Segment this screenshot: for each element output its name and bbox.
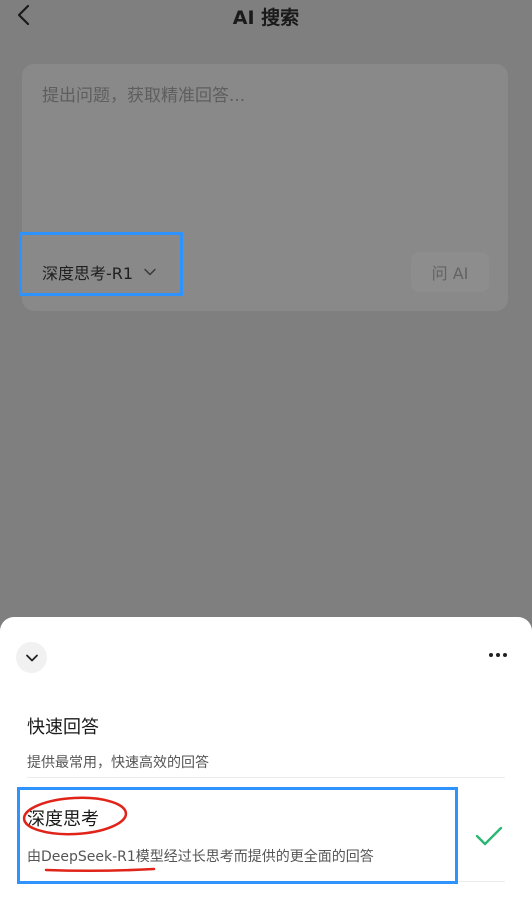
option-title: 快速回答 [27,717,99,738]
more-horizontal-icon [489,653,493,657]
option-highlight [17,787,458,884]
mode-bottom-sheet: 快速回答 提供最常用，快速高效的回答 深度思考 由DeepSeek-R1模型经过… [0,617,532,909]
divider [27,777,505,778]
more-options-button[interactable] [484,645,512,665]
divider [27,881,505,882]
model-label: 深度思考-R1 [42,264,134,283]
red-underline-annotation [44,867,156,873]
chevron-down-icon [144,268,156,276]
question-input[interactable] [42,86,482,106]
option-description: 提供最常用，快速高效的回答 [27,755,209,771]
chevron-down-icon [25,654,38,661]
ask-ai-button[interactable]: 问 AI [411,252,489,292]
collapse-sheet-button[interactable] [16,642,47,673]
option-description: 由DeepSeek-R1模型经过长思考而提供的更全面的回答 [27,849,374,865]
option-title: 深度思考 [27,809,99,830]
nav-bar: AI 搜索 [0,0,532,40]
page-title: AI 搜索 [232,7,300,29]
check-icon [475,826,503,846]
model-selector[interactable]: 深度思考-R1 [42,260,157,284]
